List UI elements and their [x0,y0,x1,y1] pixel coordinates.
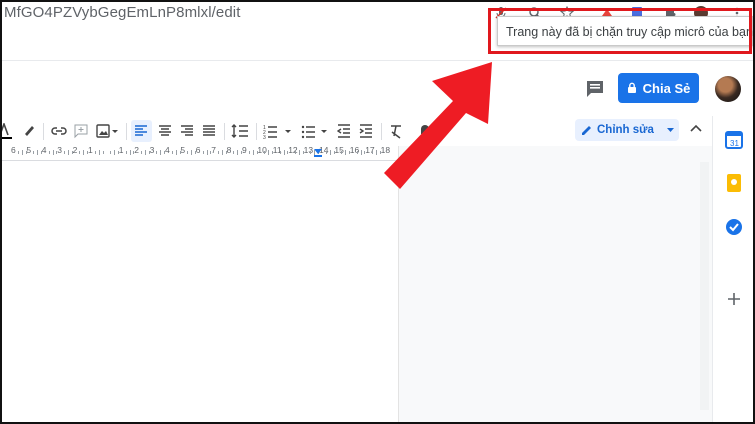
red-pointer-arrow [384,62,492,189]
